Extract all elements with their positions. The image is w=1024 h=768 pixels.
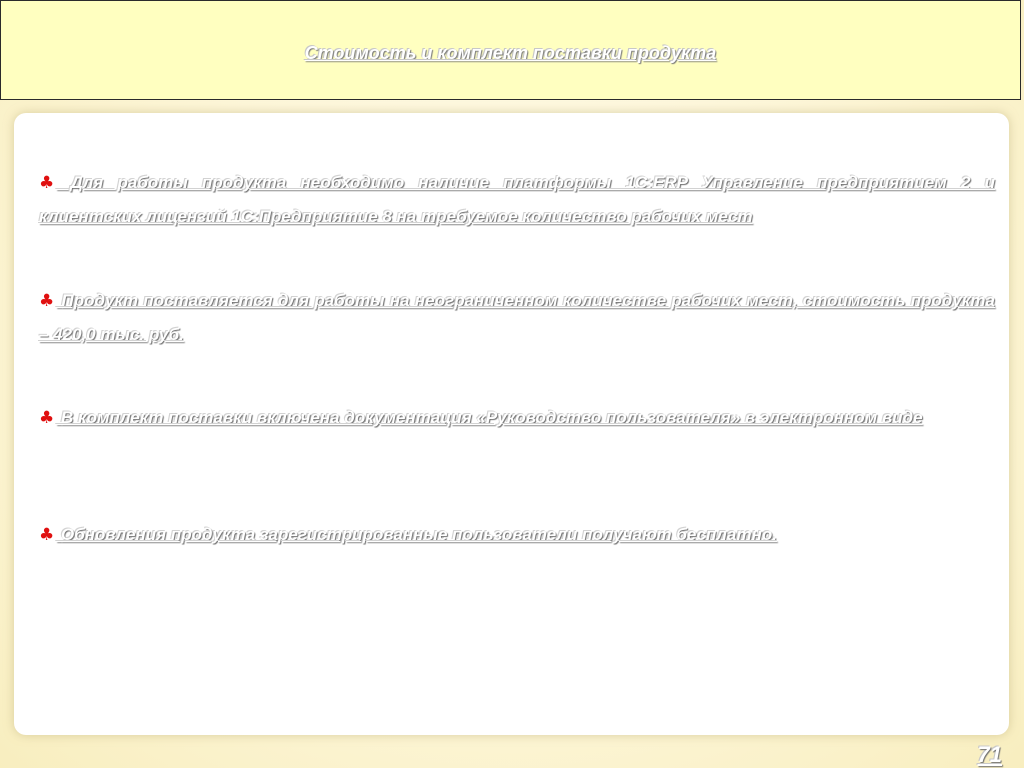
title-bar: Стоимость и комплект поставки продукта xyxy=(0,0,1021,100)
bullet-text: Обновления продукта зарегистрированные п… xyxy=(60,525,777,544)
bullet-text: Для работы продукта необходимо наличие п… xyxy=(39,173,995,226)
bullet-item: ♣ Продукт поставляется для работы на нео… xyxy=(39,284,995,351)
bullet-text: Продукт поставляется для работы на неогр… xyxy=(39,291,995,344)
page-number: 71 xyxy=(977,742,1002,767)
club-icon: ♣ xyxy=(39,173,55,193)
bullet-item: ♣ В комплект поставки включена документа… xyxy=(39,401,995,435)
club-icon: ♣ xyxy=(39,408,55,428)
bullet-text: В комплект поставки включена документаци… xyxy=(60,408,923,427)
bullet-item: ♣ Для работы продукта необходимо наличие… xyxy=(39,166,995,233)
club-icon: ♣ xyxy=(39,525,55,545)
slide-title: Стоимость и комплект поставки продукта xyxy=(304,43,717,63)
bullet-item: ♣ Обновления продукта зарегистрированные… xyxy=(39,518,995,552)
content-panel: ♣ Для работы продукта необходимо наличие… xyxy=(14,113,1009,735)
club-icon: ♣ xyxy=(39,291,55,311)
